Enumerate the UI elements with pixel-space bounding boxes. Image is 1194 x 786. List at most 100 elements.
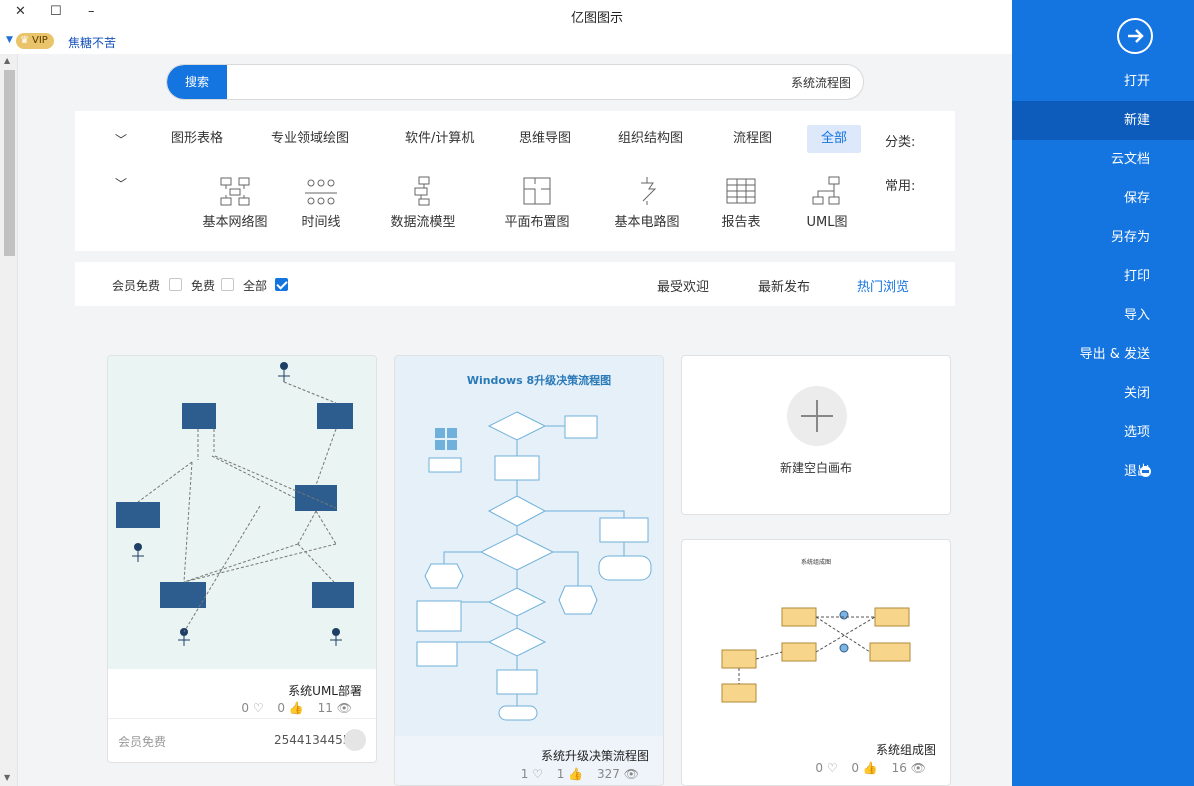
avatar[interactable] (344, 729, 366, 751)
card-stats: 0 ♡ 0 👍 11 👁 (231, 701, 352, 715)
like-count: 0 👍 (277, 701, 304, 715)
sidebar-item-save[interactable]: 保存 (1012, 179, 1194, 218)
category-mind-map[interactable]: 思维导图 (519, 125, 571, 153)
author-name[interactable]: 2544134455 (274, 733, 350, 747)
user-bar: ▼ ♛ VIP 焦糖不苦 (0, 30, 1012, 54)
heart-count: 0 ♡ (241, 701, 264, 715)
sidebar-item-open[interactable]: 打开 (1012, 62, 1194, 101)
check-all-label: 全部 (243, 279, 268, 293)
member-tag: 会员免费 (118, 735, 167, 749)
vertical-scrollbar[interactable]: ▲ ▼ (0, 54, 18, 786)
sidebar-item-options[interactable]: 选项 (1012, 413, 1194, 452)
card-title: 系统升级决策流程图 (540, 749, 649, 763)
category-all[interactable]: 全部 (807, 125, 862, 153)
sidebar-item-cloud[interactable]: 云文档 (1012, 140, 1194, 179)
template-uml[interactable]: UML图 (787, 175, 867, 230)
template-network[interactable]: 基本网络图 (195, 175, 275, 230)
component-diagram-thumbnail: 系统组成图 (721, 558, 911, 703)
expand-categories-chevron-icon[interactable]: ﹀ (115, 131, 127, 148)
card-title: 系统组成图 (875, 743, 936, 757)
file-menu-sidebar: 打开 新建 云文档 保存 另存为 打印 导入 导出 & 发送 关闭 选项 退出 (1012, 0, 1194, 786)
category-org-chart[interactable]: 组织结构图 (618, 125, 683, 153)
template-card-flowchart[interactable]: Windows 8升级决策流程图 系统升级决策流程图 1 ♡ 1 👍 327 👁 (394, 355, 664, 786)
thumbnail-heading: 系统组成图 (801, 558, 831, 566)
check-free[interactable] (221, 278, 234, 291)
vip-label: VIP (32, 35, 48, 46)
new-blank-label: 新建空白画布 (779, 461, 852, 475)
view-count: 16 👁 (891, 761, 926, 775)
report-table-icon (726, 178, 756, 204)
scroll-down-icon[interactable]: ▼ (4, 773, 10, 782)
sidebar-item-exit[interactable]: 退出 (1012, 452, 1194, 491)
category-flowchart[interactable]: 流程图 (733, 125, 772, 153)
template-label: 数据流模型 (390, 215, 456, 230)
search-button[interactable]: 搜索 (167, 65, 227, 99)
uml-icon (812, 176, 840, 205)
sidebar-item-save-as[interactable]: 另存为 (1012, 218, 1194, 257)
add-icon[interactable] (787, 386, 847, 446)
card-stats: 1 ♡ 1 👍 327 👁 (511, 767, 639, 781)
template-data-flow[interactable]: 数据流模型 (383, 175, 463, 230)
heart-count: 0 ♡ (815, 761, 838, 775)
scroll-up-icon[interactable]: ▲ (4, 56, 10, 65)
template-card-uml[interactable]: 系统UML部署 0 ♡ 0 👍 11 👁 会员免费 2544134455 (107, 355, 377, 763)
username[interactable]: 焦糖不苦 (68, 34, 116, 51)
check-member-label: 会员免费 (112, 279, 161, 293)
sidebar-item-print[interactable]: 打印 (1012, 257, 1194, 296)
template-label: 基本电路图 (614, 215, 680, 230)
tab-popular[interactable]: 最受欢迎 (657, 276, 709, 295)
card-footer: 会员免费 2544134455 (108, 718, 376, 762)
template-label: 时间线 (301, 215, 341, 230)
template-label: 报告表 (721, 215, 761, 230)
category-label: 分类: (885, 135, 916, 150)
scroll-thumb[interactable] (4, 70, 15, 256)
template-browser: 搜索 分类: 全部 流程图 组织结构图 思维导图 软件/计算机 专业领域绘图 图… (18, 54, 1012, 786)
view-count: 11 👁 (317, 701, 352, 715)
check-member[interactable] (169, 278, 182, 291)
category-graphic-tables[interactable]: 图形表格 (171, 125, 223, 153)
sidebar-item-import[interactable]: 导入 (1012, 296, 1194, 335)
template-label: 基本网络图 (202, 215, 268, 230)
dropdown-arrow-icon[interactable]: ▼ (6, 35, 13, 45)
template-label: 平面布置图 (504, 215, 570, 230)
template-report[interactable]: 报告表 (701, 175, 781, 230)
thumbnail-heading: Windows 8升级决策流程图 (467, 373, 611, 387)
sidebar-item-export[interactable]: 导出 & 发送 (1012, 335, 1194, 374)
circuit-icon (641, 177, 657, 205)
check-free-label: 免费 (191, 279, 216, 293)
template-card-component[interactable]: 系统组成图 系统组成图 0 ♡ 0 👍 16 👁 (681, 539, 951, 786)
like-count: 0 👍 (851, 761, 878, 775)
category-professional[interactable]: 专业领域绘图 (271, 125, 349, 153)
like-count: 1 👍 (556, 767, 584, 781)
template-label: UML图 (806, 215, 848, 230)
template-timeline[interactable]: 时间线 (281, 175, 361, 230)
search-input[interactable] (237, 65, 851, 99)
floor-plan-icon (523, 177, 551, 205)
check-all[interactable] (275, 278, 288, 291)
timeline-icon (305, 179, 337, 205)
network-icon (220, 177, 250, 206)
tab-hot[interactable]: 热门浏览 (857, 276, 909, 295)
expand-common-chevron-icon[interactable]: ﹀ (115, 175, 127, 192)
heart-count: 1 ♡ (520, 767, 543, 781)
search-box: 搜索 (166, 64, 864, 100)
sidebar-item-new[interactable]: 新建 (1012, 101, 1194, 140)
card-stats: 0 ♡ 0 👍 16 👁 (805, 761, 926, 775)
sidebar-item-close[interactable]: 关闭 (1012, 374, 1194, 413)
exit-icon (1140, 466, 1151, 477)
view-count: 327 👁 (597, 767, 639, 781)
vip-crown-icon: ♛ (20, 35, 29, 46)
tab-latest[interactable]: 最新发布 (758, 276, 810, 295)
data-flow-icon (414, 176, 430, 206)
filter-bar: 热门浏览 最新发布 最受欢迎 全部 免费 会员免费 (75, 262, 955, 306)
common-label: 常用: (885, 179, 916, 194)
category-panel: 分类: 全部 流程图 组织结构图 思维导图 软件/计算机 专业领域绘图 图形表格… (75, 111, 955, 251)
category-software[interactable]: 软件/计算机 (405, 125, 474, 153)
template-floor-plan[interactable]: 平面布置图 (497, 175, 577, 230)
back-arrow-icon[interactable] (1117, 18, 1153, 54)
vip-badge[interactable]: ♛ VIP (16, 33, 54, 49)
template-circuit[interactable]: 基本电路图 (607, 175, 687, 230)
new-blank-canvas-card[interactable]: 新建空白画布 (681, 355, 951, 515)
card-title: 系统UML部署 (288, 684, 362, 698)
uml-thumbnail (108, 356, 376, 669)
